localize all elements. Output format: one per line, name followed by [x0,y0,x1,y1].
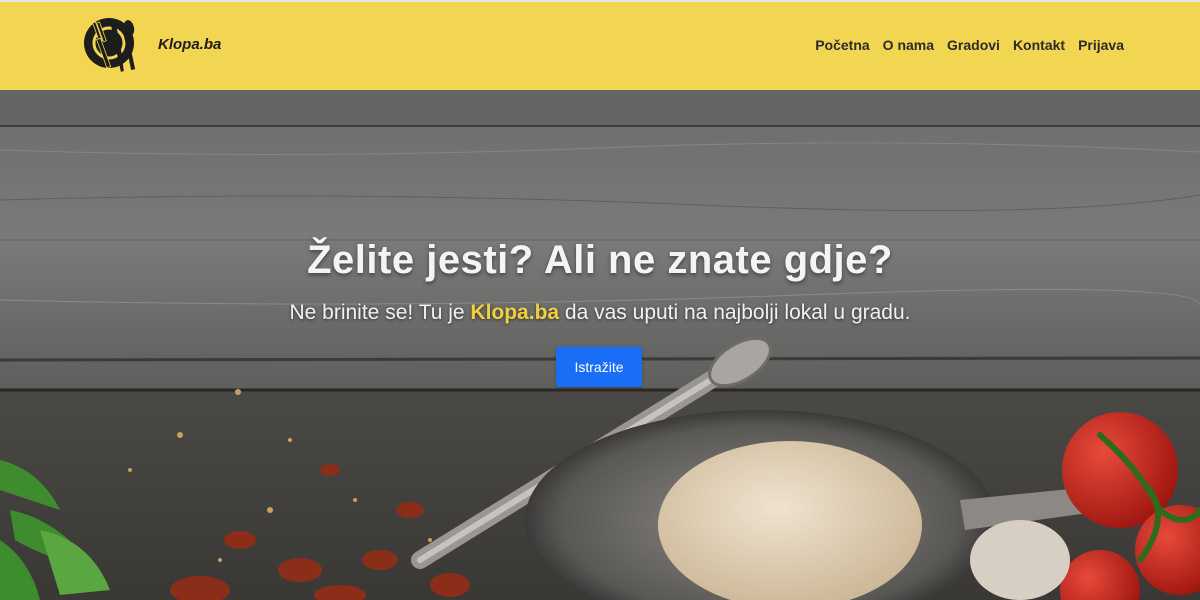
explore-button[interactable]: Istražite [556,347,642,387]
hero-headline: Želite jesti? Ali ne znate gdje? [307,238,893,282]
hero-background-image [0,90,1200,600]
hero-subline-start: Ne brinite se! Tu je [289,301,471,324]
hero-subline-brand: Klopa.ba [470,301,560,324]
brand-name[interactable]: Klopa.ba [158,36,221,53]
nav-item-o-nama[interactable]: O nama [883,37,934,53]
nav-item-pocetna[interactable]: Početna [815,37,869,53]
logo-icon[interactable] [82,14,144,76]
nav-item-kontakt[interactable]: Kontakt [1013,37,1065,53]
site-header: Klopa.ba Početna O nama Gradovi Kontakt … [0,0,1200,90]
nav-item-prijava[interactable]: Prijava [1078,37,1124,53]
hero-subline: Ne brinite se! Tu je Klopa.ba da vas upu… [0,301,1200,325]
main-nav: Početna O nama Gradovi Kontakt Prijava [815,37,1124,53]
hero-subline-end: da vas uputi na najbolji lokal u gradu. [559,301,911,324]
hero-section: Želite jesti? Ali ne znate gdje? Ne brin… [0,90,1200,600]
nav-item-gradovi[interactable]: Gradovi [947,37,1000,53]
